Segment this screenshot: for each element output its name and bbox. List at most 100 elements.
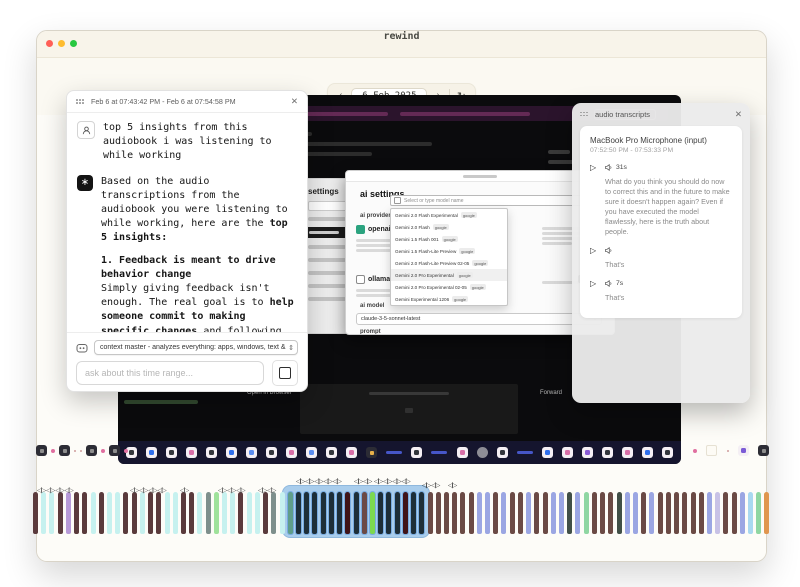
timeline-bar [206, 492, 211, 534]
timeline-bar [436, 492, 441, 534]
timeline-bar [559, 492, 564, 534]
play-button[interactable]: ▷ [590, 246, 599, 255]
timeline-bar [485, 492, 490, 534]
ask-input[interactable] [76, 361, 264, 385]
timeline-bar [230, 492, 235, 534]
model-row: Gemini 2.0 Flash Experimentalgoogle [391, 209, 507, 221]
timeline-bar [592, 492, 597, 534]
timeline-bar [321, 492, 326, 534]
timeline-bar [280, 492, 285, 534]
timeline-bar [707, 492, 712, 534]
entry-text: What do you think you should do now to c… [605, 177, 732, 237]
stop-icon [279, 367, 291, 379]
app-icon [51, 449, 55, 453]
timeline-bar [132, 492, 137, 534]
timeline-bar [197, 492, 202, 534]
model-search-field: Select or type model name [390, 195, 602, 206]
app-icon [206, 447, 217, 458]
audio-activity-glyphs: ◁|▷ ◁|▷ [258, 487, 275, 494]
entry-meta [605, 247, 616, 254]
app-icon [497, 447, 508, 458]
chat-time-range: Feb 6 at 07:43:42 PM - Feb 6 at 07:54:58… [91, 97, 285, 106]
timeline-bar [608, 492, 613, 534]
timeline-bar [58, 492, 63, 534]
assistant-message-text: Based on the audio transcriptions from t… [101, 175, 297, 333]
timeline-bar [452, 492, 457, 534]
audio-activity-glyphs: ◁|▷ ◁|▷ [422, 482, 439, 489]
model-dropdown-list: Gemini 2.0 Flash Experimentalgoogle Gemin… [390, 208, 508, 306]
timeline-bar [764, 492, 769, 534]
settings-heading: settings [308, 187, 339, 196]
timeline-bar [518, 492, 523, 534]
model-row: Gemini 1.5 Flash-Lite Previewgoogle [391, 245, 507, 257]
forward-label: Forward [540, 390, 562, 396]
app-icon [266, 447, 277, 458]
timeline-bar [49, 492, 54, 534]
timeline-bar [543, 492, 548, 534]
audio-activity-glyphs: ◁|▷ ◁|▷ ◁|▷ [218, 487, 245, 494]
drag-handle-icon[interactable] [76, 99, 85, 104]
provider-ollama: ollama [356, 275, 390, 284]
close-icon[interactable]: ✕ [291, 96, 298, 107]
timeline-bar [345, 492, 350, 534]
timeline-app-band[interactable] [118, 441, 681, 464]
provider-openai: openai [356, 225, 391, 234]
play-button[interactable]: ▷ [590, 279, 599, 288]
drag-handle-icon[interactable] [580, 112, 589, 117]
app-icon [542, 447, 553, 458]
timeline-bar [682, 492, 687, 534]
rewind-app: rewind ‹ 6 Feb 2025 › ↻ settings [0, 0, 800, 587]
timeline-bar [115, 492, 120, 534]
audio-activity-glyphs: ◁|▷ ◁|▷ ◁|▷ ◁|▷ [374, 478, 410, 485]
timeline-bar [222, 492, 227, 534]
app-icon [727, 450, 729, 452]
timeline-bar [428, 492, 433, 534]
speaker-icon [605, 164, 613, 171]
timeline-bar [91, 492, 96, 534]
timeline-bar [238, 492, 243, 534]
app-icon [186, 447, 197, 458]
app-icon [457, 447, 468, 458]
app-icon [80, 450, 82, 452]
timeline-bar [362, 492, 367, 534]
app-icon [166, 447, 177, 458]
timeline-bar [658, 492, 663, 534]
assistant-icon: ∗ [77, 175, 93, 191]
ai-model-label: ai model [360, 303, 384, 309]
timeline-bar [378, 492, 383, 534]
timeline-bar [534, 492, 539, 534]
chat-panel: Feb 6 at 07:43:42 PM - Feb 6 at 07:54:58… [66, 90, 308, 392]
app-icon [758, 445, 769, 456]
timeline-bar [33, 492, 38, 534]
app-icon [693, 449, 697, 453]
app-icon [517, 451, 533, 454]
chat-messages: top 5 insights from this audiobook i was… [67, 112, 307, 333]
prompt-label: prompt [360, 329, 381, 335]
timeline-bar [748, 492, 753, 534]
timeline-bar [691, 492, 696, 534]
timeline-bar [214, 492, 219, 534]
stop-button[interactable] [272, 360, 298, 386]
context-select[interactable]: context master - analyzes everything: ap… [94, 340, 298, 355]
transcript-time-range: 07:52:50 PM - 07:53:33 PM [590, 147, 732, 154]
timeline-bar [510, 492, 515, 534]
timeline-bar [386, 492, 391, 534]
timeline-bar [419, 492, 424, 534]
stepper-icon: ⇕ [288, 344, 294, 352]
timeline-bar [567, 492, 572, 534]
timeline-bar [715, 492, 720, 534]
entry-duration: 31s [616, 164, 627, 171]
checkbox-icon [394, 197, 401, 204]
close-icon[interactable]: ✕ [735, 109, 742, 120]
transcript-source: MacBook Pro Microphone (input) [590, 136, 732, 145]
transcript-entry: ▷ 31s What do you think you should do no… [590, 163, 732, 237]
play-button[interactable]: ▷ [590, 163, 599, 172]
timeline-bar [649, 492, 654, 534]
timeline-activity-bars[interactable] [33, 492, 770, 534]
app-icon [738, 445, 749, 456]
app-icon [582, 447, 593, 458]
model-select: claude-3-5-sonnet-latest ⇕ [356, 313, 602, 325]
timeline-bar [493, 492, 498, 534]
timeline-bar [526, 492, 531, 534]
model-row: Gemini 2.0 Pro Experimental 02-05google [391, 281, 507, 293]
